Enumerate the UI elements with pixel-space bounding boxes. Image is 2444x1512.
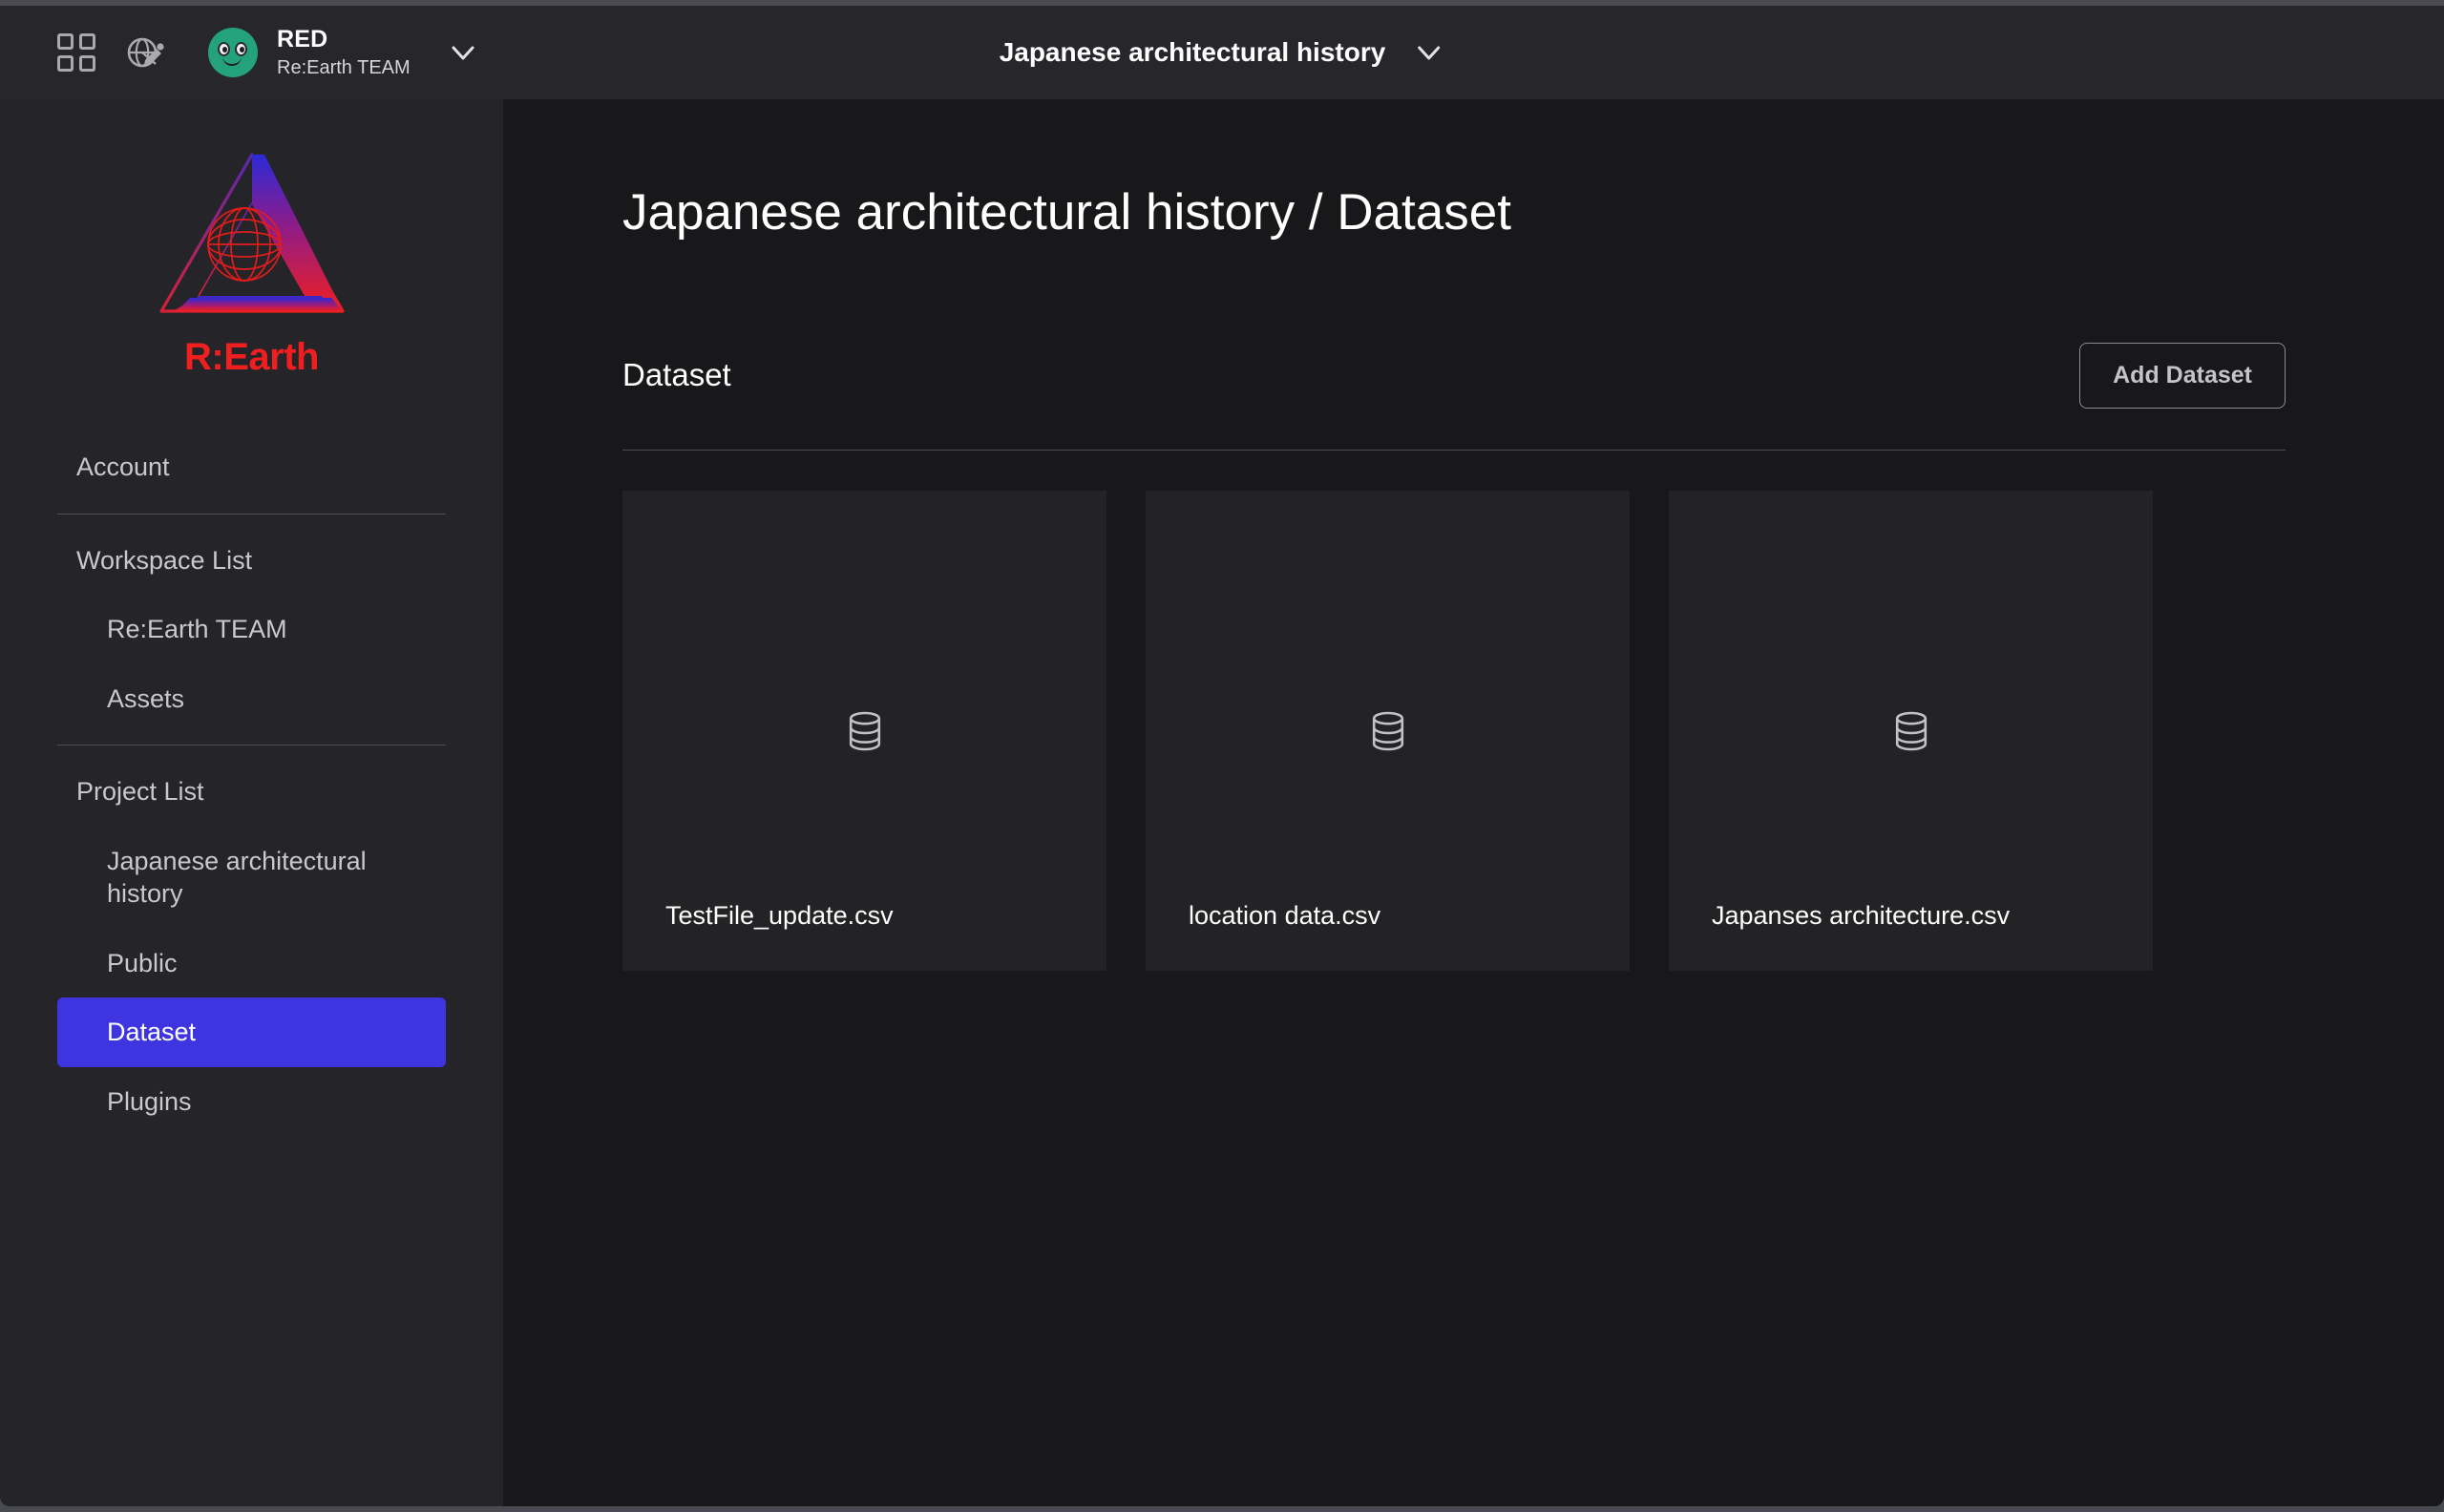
sidebar-nav: Account Workspace List Re:Earth TEAM Ass… (0, 432, 503, 1136)
sidebar-item-account[interactable]: Account (57, 432, 446, 502)
database-icon (1895, 711, 1927, 750)
dataset-card-label: Japanses architecture.csv (1712, 901, 2011, 930)
add-dataset-button[interactable]: Add Dataset (2079, 342, 2286, 409)
grid-cell (57, 33, 74, 50)
grid-cell (57, 55, 74, 72)
avatar[interactable] (208, 28, 258, 77)
sidebar-item-dataset[interactable]: Dataset (57, 998, 446, 1067)
chevron-down-glyph (1417, 46, 1440, 60)
database-icon (849, 711, 880, 750)
globe-edit-glyph (127, 37, 164, 68)
rearth-penrose-globe-logo (158, 153, 345, 313)
database-icon (1372, 711, 1403, 750)
section-title: Dataset (622, 357, 731, 392)
globe-edit-icon[interactable] (111, 18, 179, 87)
chevron-down-glyph (452, 46, 474, 60)
grid-cell (79, 33, 95, 50)
dataset-card-list: TestFile_update.csv location data.csv Ja… (622, 491, 2286, 971)
grid-apps-glyph (57, 33, 95, 72)
rearth-logo: R:Earth (0, 99, 503, 379)
workspace-name: RED (277, 26, 328, 53)
avatar-eye-left (218, 42, 230, 56)
workspace-team: Re:Earth TEAM (277, 56, 411, 78)
dataset-card[interactable]: location data.csv (1146, 491, 1630, 971)
dataset-card-label: TestFile_update.csv (665, 901, 894, 930)
dataset-card-label: location data.csv (1189, 901, 1381, 930)
project-switcher[interactable]: Japanese architectural history (1000, 36, 1445, 69)
avatar-eye-right (235, 42, 247, 56)
sidebar-item-project-list[interactable]: Project List (57, 757, 446, 827)
sidebar-item-japanese-architectural-history[interactable]: Japanese architectural history (57, 827, 446, 929)
top-bar-left-cluster: RED Re:Earth TEAM (0, 18, 479, 87)
sidebar-divider (57, 745, 446, 746)
dataset-section-header: Dataset Add Dataset (622, 331, 2286, 419)
top-bar: RED Re:Earth TEAM Japanese architectural… (0, 6, 2444, 99)
app-window: RED Re:Earth TEAM Japanese architectural… (0, 0, 2444, 1512)
dataset-card[interactable]: TestFile_update.csv (622, 491, 1106, 971)
logo-text: R:Earth (184, 336, 319, 378)
section-divider (622, 450, 2286, 451)
sidebar-item-plugins[interactable]: Plugins (57, 1067, 446, 1137)
sidebar: R:Earth Account Workspace List Re:Earth … (0, 99, 503, 1506)
workspace-info: RED Re:Earth TEAM (277, 26, 411, 79)
dataset-card[interactable]: Japanses architecture.csv (1669, 491, 2153, 971)
page-title: Japanese architectural history (999, 37, 1386, 67)
dataset-section: Dataset Add Dataset TestFile_update.csv (503, 331, 2444, 971)
grid-cell (79, 55, 95, 72)
workspace-chevron-down-icon[interactable] (447, 36, 479, 69)
project-chevron-down-icon[interactable] (1412, 36, 1444, 69)
sidebar-item-assets[interactable]: Assets (57, 664, 446, 734)
avatar-mouth (222, 56, 242, 66)
sidebar-item-workspace-list[interactable]: Workspace List (57, 526, 446, 596)
main-content: Japanese architectural history / Dataset… (503, 99, 2444, 1506)
grid-apps-icon[interactable] (42, 18, 111, 87)
sidebar-item-re-earth-team[interactable]: Re:Earth TEAM (57, 595, 446, 664)
sidebar-item-public[interactable]: Public (57, 929, 446, 998)
breadcrumb: Japanese architectural history / Dataset (622, 184, 1511, 241)
